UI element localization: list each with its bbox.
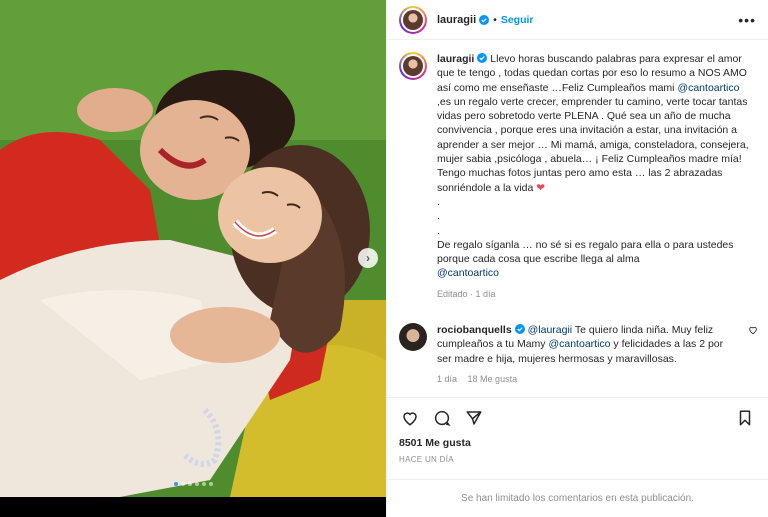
caption-text: De regalo síganla … no sé si es regalo p… [437, 238, 734, 266]
likes-count[interactable]: 8501 Me gusta [387, 437, 768, 455]
caption-body: lauragii Llevo horas buscando palabras p… [437, 52, 752, 301]
caption-dot: . [437, 224, 440, 237]
comments-limited-notice: Se han limitado los comentarios en esta … [387, 479, 768, 517]
follow-button[interactable]: Seguir [501, 14, 534, 26]
comment-icon[interactable] [431, 407, 453, 429]
comment-meta: 1 día 18 Me gusta [437, 372, 737, 386]
share-icon[interactable] [463, 407, 485, 429]
caption-dot: . [437, 210, 440, 223]
post-side-panel: lauragii • Seguir ••• lauragii Llevo hor… [386, 0, 768, 517]
comment-age: 1 día [437, 373, 458, 384]
verified-badge-icon [477, 53, 488, 63]
author-username[interactable]: lauragii [437, 14, 476, 26]
comment-mention[interactable]: @cantoartico [548, 338, 610, 350]
carousel-dots [0, 482, 386, 486]
verified-badge-icon [479, 14, 490, 25]
carousel-dot [180, 482, 185, 486]
header-separator: • [493, 13, 497, 26]
red-heart-emoji: ❤ [536, 181, 546, 194]
comment-mention[interactable]: @lauragii [528, 324, 573, 336]
author-avatar[interactable] [399, 5, 427, 34]
commenter-username[interactable]: rociobanquells [437, 324, 512, 336]
comments-section: lauragii Llevo horas buscando palabras p… [387, 40, 768, 397]
action-bar [387, 397, 768, 437]
post-media[interactable]: › [0, 0, 386, 517]
caption-dot: . [437, 195, 440, 208]
instagram-post: › lauragii • Seguir ••• lauragii Llevo h… [0, 0, 768, 517]
caption-avatar[interactable] [399, 52, 427, 80]
carousel-dot [173, 482, 178, 486]
caption-meta: Editado · 1 día [437, 288, 496, 299]
carousel-dot [201, 482, 206, 486]
post-header: lauragii • Seguir ••• [387, 0, 768, 40]
caption-username[interactable]: lauragii [437, 53, 474, 65]
caption-mention[interactable]: @cantoartico [677, 82, 739, 94]
more-options-icon[interactable]: ••• [738, 12, 756, 28]
bookmark-icon[interactable] [734, 407, 756, 429]
heart-outline-icon[interactable] [399, 407, 421, 429]
photo-illustration [0, 0, 386, 497]
commenter-avatar[interactable] [399, 323, 427, 352]
post-photo: › [0, 0, 386, 497]
caption-mention[interactable]: @cantoartico [437, 266, 752, 280]
carousel-dot [208, 482, 213, 486]
post-date: HACE UN DÍA [399, 455, 454, 464]
caption: lauragii Llevo horas buscando palabras p… [399, 52, 752, 301]
next-slide-button[interactable]: › [358, 248, 378, 268]
carousel-dot [187, 482, 192, 486]
comment-likes[interactable]: 18 Me gusta [468, 374, 518, 384]
media-bottom-bar [0, 497, 386, 517]
heart-outline-icon[interactable] [748, 325, 758, 338]
verified-badge-icon [514, 324, 525, 335]
comment-item: rociobanquells @lauragii Te quiero linda… [399, 323, 757, 386]
caption-text: ,es un regalo verte crecer, emprender tu… [437, 95, 749, 194]
carousel-dot [194, 482, 199, 486]
comment-body: rociobanquells @lauragii Te quiero linda… [437, 323, 737, 386]
